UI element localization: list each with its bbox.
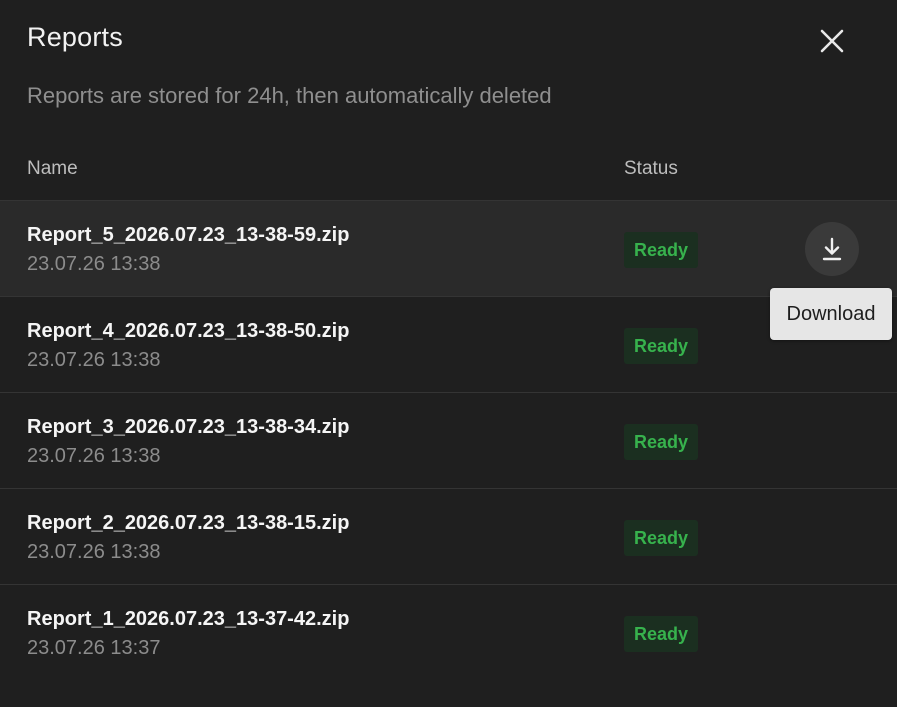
- dialog-title: Reports: [27, 22, 123, 52]
- table-row[interactable]: Report_5_2026.07.23_13-38-59.zip 23.07.2…: [0, 201, 897, 297]
- reports-dialog: Reports Reports are stored for 24h, then…: [0, 0, 897, 707]
- report-date: 23.07.26 13:38: [27, 541, 161, 563]
- report-file-name: Report_4_2026.07.23_13-38-50.zip: [27, 320, 350, 342]
- reports-list: Report_5_2026.07.23_13-38-59.zip 23.07.2…: [0, 201, 897, 680]
- report-date: 23.07.26 13:38: [27, 349, 161, 371]
- table-row[interactable]: Report_4_2026.07.23_13-38-50.zip 23.07.2…: [0, 297, 897, 393]
- report-file-name: Report_3_2026.07.23_13-38-34.zip: [27, 416, 350, 438]
- dialog-subtitle: Reports are stored for 24h, then automat…: [27, 83, 552, 108]
- download-icon: [822, 237, 842, 261]
- column-header-status: Status: [624, 158, 678, 179]
- column-header-name: Name: [27, 158, 78, 179]
- status-badge: Ready: [624, 520, 698, 556]
- status-badge: Ready: [624, 424, 698, 460]
- table-row[interactable]: Report_1_2026.07.23_13-37-42.zip 23.07.2…: [0, 585, 897, 680]
- status-badge: Ready: [624, 328, 698, 364]
- table-row[interactable]: Report_2_2026.07.23_13-38-15.zip 23.07.2…: [0, 489, 897, 585]
- status-badge: Ready: [624, 616, 698, 652]
- table-row[interactable]: Report_3_2026.07.23_13-38-34.zip 23.07.2…: [0, 393, 897, 489]
- close-button[interactable]: [812, 21, 852, 61]
- table-header: Name Status: [0, 150, 897, 201]
- status-badge: Ready: [624, 232, 698, 268]
- close-icon: [820, 29, 844, 53]
- report-file-name: Report_5_2026.07.23_13-38-59.zip: [27, 224, 350, 246]
- report-date: 23.07.26 13:38: [27, 445, 161, 467]
- download-tooltip: Download: [770, 288, 892, 340]
- report-date: 23.07.26 13:38: [27, 253, 161, 275]
- download-button[interactable]: [805, 222, 859, 276]
- report-date: 23.07.26 13:37: [27, 637, 161, 659]
- report-file-name: Report_2_2026.07.23_13-38-15.zip: [27, 512, 350, 534]
- report-file-name: Report_1_2026.07.23_13-37-42.zip: [27, 608, 350, 630]
